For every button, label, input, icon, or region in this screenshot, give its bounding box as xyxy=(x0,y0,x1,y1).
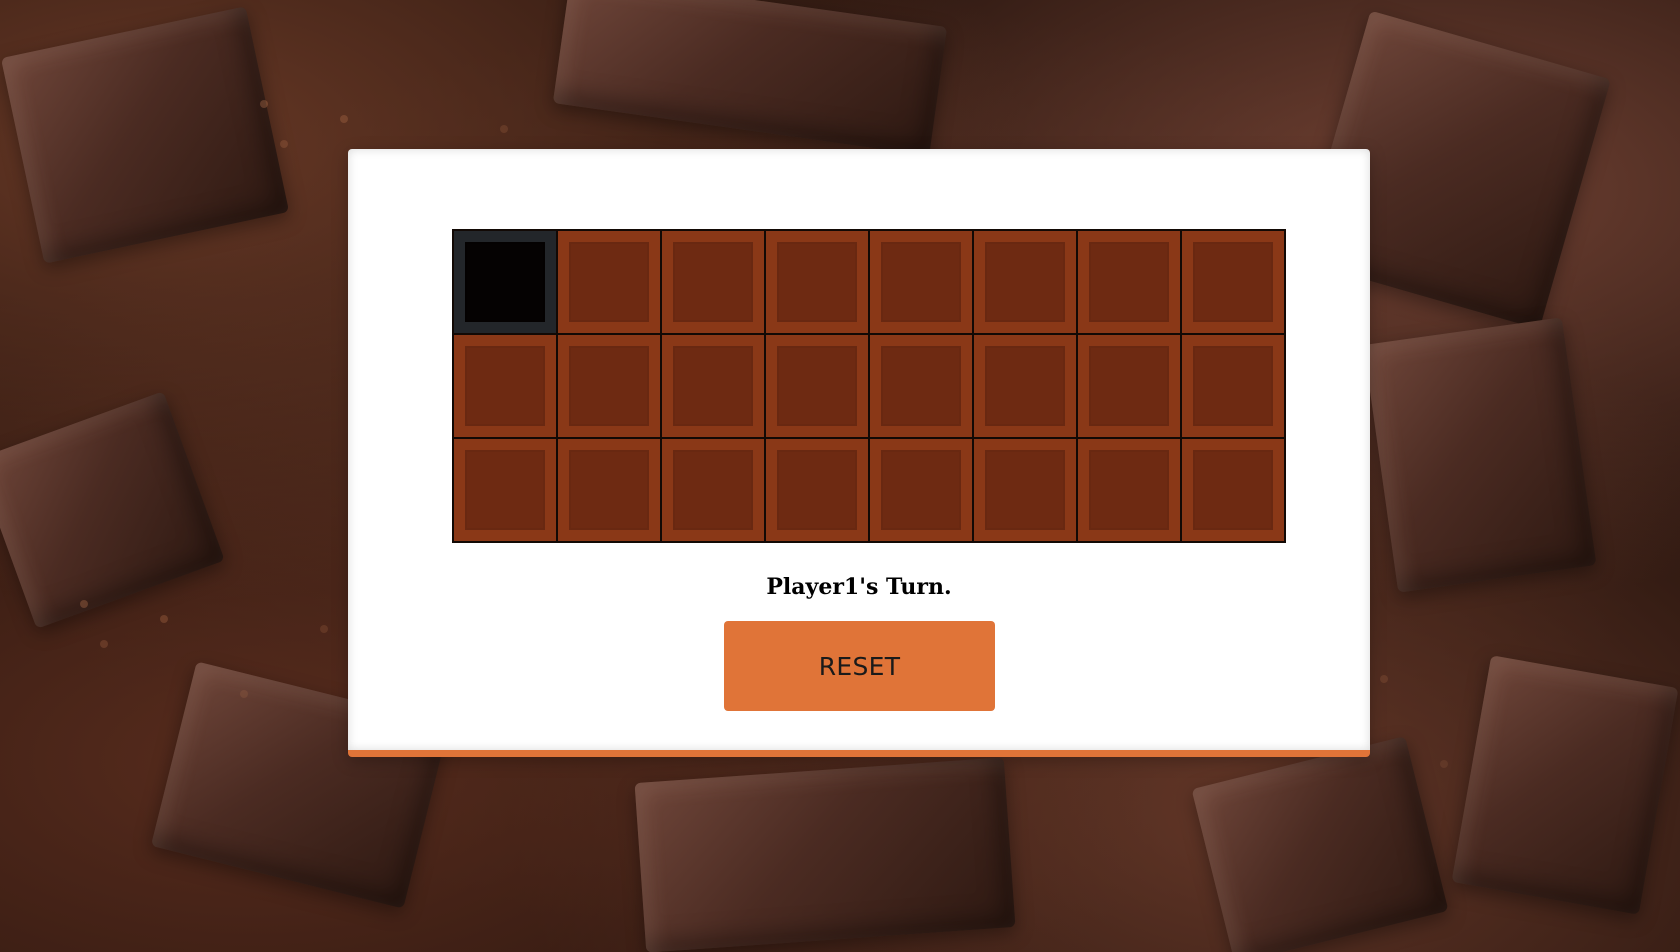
chocolate-square-inner xyxy=(673,346,753,426)
chocolate-square[interactable] xyxy=(454,335,556,437)
chocolate-square[interactable] xyxy=(1182,335,1284,437)
chocolate-square-inner xyxy=(1089,242,1169,322)
chocolate-piece xyxy=(1363,317,1597,593)
chocolate-piece xyxy=(0,391,225,629)
chocolate-square-inner xyxy=(985,450,1065,530)
chocolate-square-inner xyxy=(985,242,1065,322)
chocolate-square[interactable] xyxy=(870,439,972,541)
chocolate-square-inner xyxy=(881,346,961,426)
chocolate-square-inner xyxy=(1089,450,1169,530)
chocolate-square[interactable] xyxy=(558,335,660,437)
chocolate-square[interactable] xyxy=(974,335,1076,437)
chocolate-piece xyxy=(1191,736,1449,952)
chocolate-square[interactable] xyxy=(1078,335,1180,437)
cocoa-dust xyxy=(260,100,268,108)
chocolate-square-inner xyxy=(881,242,961,322)
chocolate-square-inner xyxy=(673,242,753,322)
chocolate-square-inner xyxy=(777,242,857,322)
chocolate-square[interactable] xyxy=(766,439,868,541)
chocolate-square[interactable] xyxy=(1078,439,1180,541)
chocolate-square-inner xyxy=(465,346,545,426)
chocolate-square-inner xyxy=(777,450,857,530)
chocolate-square-inner xyxy=(1089,346,1169,426)
chocolate-square[interactable] xyxy=(1078,231,1180,333)
chocolate-piece xyxy=(634,757,1016,952)
poison-square[interactable] xyxy=(454,231,556,333)
cocoa-dust xyxy=(80,600,88,608)
chocolate-piece xyxy=(1451,655,1679,915)
chocolate-square-inner xyxy=(569,450,649,530)
chocolate-square-inner xyxy=(569,242,649,322)
chocolate-square-inner xyxy=(1193,346,1273,426)
chocolate-square[interactable] xyxy=(662,231,764,333)
chocolate-square-inner xyxy=(673,450,753,530)
chocolate-square[interactable] xyxy=(766,231,868,333)
chocolate-square-inner xyxy=(1193,450,1273,530)
chocolate-square[interactable] xyxy=(870,335,972,437)
chocolate-square[interactable] xyxy=(558,231,660,333)
chocolate-piece xyxy=(0,6,290,264)
chocolate-square[interactable] xyxy=(1182,231,1284,333)
turn-status: Player1's Turn. xyxy=(766,574,952,600)
chocolate-square[interactable] xyxy=(1182,439,1284,541)
chocolate-square[interactable] xyxy=(662,335,764,437)
chocolate-square-inner xyxy=(569,346,649,426)
chocolate-square-inner xyxy=(1193,242,1273,322)
chocolate-square[interactable] xyxy=(662,439,764,541)
chocolate-square[interactable] xyxy=(766,335,868,437)
chocolate-square-inner xyxy=(985,346,1065,426)
chocolate-piece xyxy=(552,0,948,156)
chocolate-square[interactable] xyxy=(870,231,972,333)
chocolate-square-inner xyxy=(465,242,545,322)
chocolate-board xyxy=(452,229,1286,543)
chocolate-square[interactable] xyxy=(974,439,1076,541)
chocolate-square-inner xyxy=(881,450,961,530)
reset-button[interactable]: RESET xyxy=(724,621,995,711)
chocolate-square[interactable] xyxy=(454,439,556,541)
chocolate-square[interactable] xyxy=(558,439,660,541)
chocolate-square[interactable] xyxy=(974,231,1076,333)
chocolate-square-inner xyxy=(465,450,545,530)
chocolate-square-inner xyxy=(777,346,857,426)
